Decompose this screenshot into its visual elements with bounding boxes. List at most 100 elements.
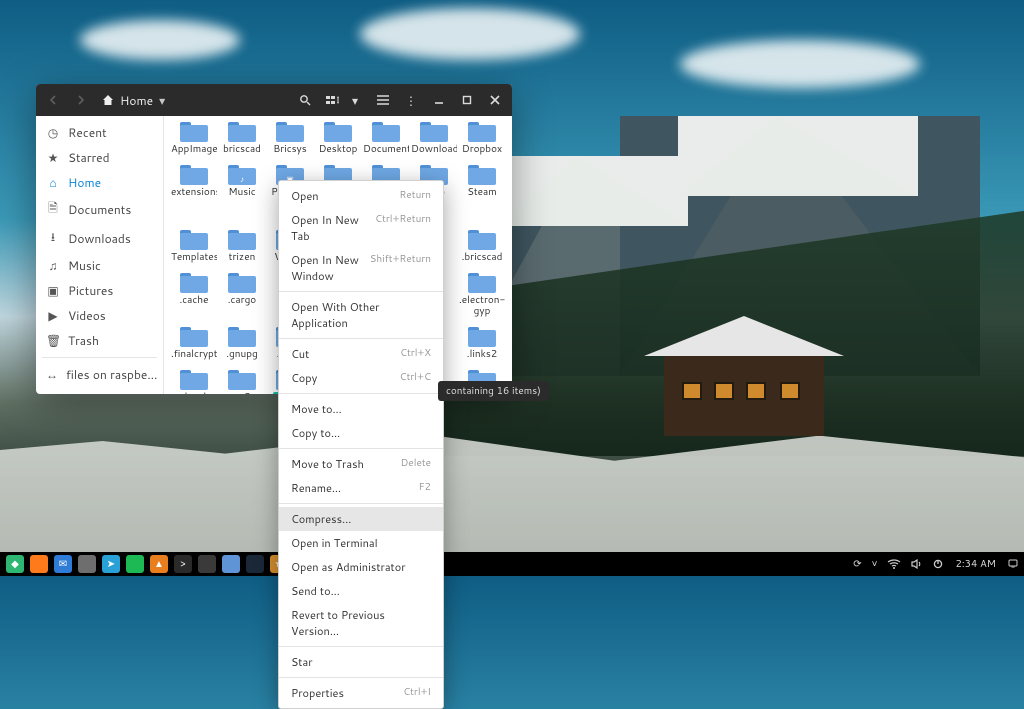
folder-item[interactable]: AppImages [170,120,218,157]
tray-wifi-icon[interactable] [887,559,901,569]
sidebar-item-videos[interactable]: ▶Videos [36,303,163,328]
sidebar-item-label: Home [68,174,101,191]
folder-item[interactable]: Bricsys [266,120,314,157]
taskbar-app-files[interactable] [222,555,240,573]
taskbar-app-extra1[interactable] [78,555,96,573]
folder-item[interactable]: trizen [218,228,266,265]
folder-label: .gnupg [226,349,258,360]
sidebar-item-pictures[interactable]: ▣Pictures [36,278,163,303]
context-menu: OpenReturnOpen In New TabCtrl+ReturnOpen… [278,180,444,709]
maximize-button[interactable] [458,91,476,109]
taskbar-app-menu[interactable]: ◆ [6,555,24,573]
folder-item[interactable]: .links2 [458,325,506,362]
menu-item-shortcut: F2 [419,480,431,496]
sidebar-network-header[interactable]: ↔files on raspbe…⏏ [36,362,163,387]
sidebar-item-recent[interactable]: ◷Recent [36,120,163,145]
menu-item-open-in-new-window[interactable]: Open In New WindowShift+Return [279,248,443,288]
taskbar-app-mail[interactable]: ✉ [54,555,72,573]
folder-item[interactable]: Desktop [314,120,362,157]
folder-emblem-icon: ♪ [240,173,244,185]
menu-item-rename[interactable]: Rename…F2 [279,476,443,500]
folder-item[interactable]: Templates [170,228,218,265]
panel-clock[interactable]: 2:34 AM [955,557,996,571]
sidebar-item-music[interactable]: ♫Music [36,253,163,278]
folder-item[interactable]: Documents [362,120,410,157]
folder-item[interactable]: extensions [170,163,218,222]
sidebar-item-home[interactable]: ⌂Home [36,170,163,195]
menu-item-open[interactable]: OpenReturn [279,184,443,208]
home-icon [102,94,114,106]
chevron-down-icon[interactable]: ▾ [159,92,165,109]
menu-item-label: Open in Terminal [291,535,378,551]
close-button[interactable] [486,91,504,109]
path-location[interactable]: Home [120,92,153,109]
taskbar-app-extra2[interactable] [198,555,216,573]
view-toggle-button[interactable] [324,91,342,109]
folder-item[interactable]: .local [170,368,218,394]
menu-item-shortcut: Ctrl+X [400,346,431,362]
folder-label: Music [228,187,255,198]
menu-item-revert-to-previous-version[interactable]: Revert to Previous Version… [279,603,443,643]
sidebar-item-starred[interactable]: ★Starred [36,145,163,170]
menu-item-copy[interactable]: CopyCtrl+C [279,366,443,390]
taskbar-app-steam[interactable] [246,555,264,573]
folder-item[interactable]: bricscad [218,120,266,157]
titlebar[interactable]: Home ▾ ▾ ⋮ [36,84,512,116]
folder-item[interactable]: .bricscad [458,228,506,265]
sidebar-item-label: Recent [68,124,107,141]
hamburger-menu-button[interactable] [374,91,392,109]
menu-item-copy-to[interactable]: Copy to… [279,421,443,445]
menu-item-open-with-other-application[interactable]: Open With Other Application [279,295,443,335]
folder-label: Downloads [411,144,457,155]
menu-item-open-in-terminal[interactable]: Open in Terminal [279,531,443,555]
menu-item-properties[interactable]: PropertiesCtrl+I [279,681,443,705]
nav-forward-button[interactable] [72,91,90,109]
menu-item-cut[interactable]: CutCtrl+X [279,342,443,366]
folder-item[interactable]: .cache [170,271,218,319]
tray-notification-icon[interactable] [1008,559,1018,569]
folder-label: bricscad [223,144,261,155]
taskbar-app-vlc[interactable]: ▲ [150,555,168,573]
menu-item-shortcut: Return [399,188,431,204]
menu-item-move-to[interactable]: Move to… [279,397,443,421]
folder-item[interactable]: Dropbox [458,120,506,157]
search-button[interactable] [296,91,314,109]
tray-indicator-icon[interactable]: ⟳ [853,557,861,571]
folder-item[interactable]: Steam [458,163,506,222]
drive-icon: ⊟ [46,391,60,394]
menu-item-move-to-trash[interactable]: Move to TrashDelete [279,452,443,476]
folder-item[interactable]: .gnupg [218,325,266,362]
sidebar-item-label: Music [68,257,101,274]
minimize-button[interactable] [430,91,448,109]
menu-item-compress[interactable]: Compress… [279,507,443,531]
folder-item[interactable]: .finalcrypt [170,325,218,362]
taskbar-app-spotify[interactable] [126,555,144,573]
nav-back-button[interactable] [44,91,62,109]
taskbar-app-firefox[interactable] [30,555,48,573]
tray-power-icon[interactable] [933,559,943,569]
menu-item-open-in-new-tab[interactable]: Open In New TabCtrl+Return [279,208,443,248]
folder-item[interactable]: .cargo [218,271,266,319]
tray-caret-icon[interactable]: ˅ [872,557,878,571]
sidebar-item-documents[interactable]: 🗎Documents [36,195,163,224]
folder-icon [420,122,448,142]
sidebar-item-label: Trash [68,332,99,349]
menu-item-shortcut: Delete [400,456,431,472]
folder-item[interactable]: Downloads [410,120,458,157]
menu-item-open-as-administrator[interactable]: Open as Administrator [279,555,443,579]
folder-item[interactable]: .electron-gyp [458,271,506,319]
kebab-menu-button[interactable]: ⋮ [402,91,420,109]
view-options-chevron-icon[interactable]: ▾ [346,91,364,109]
taskbar-app-telegram[interactable]: ➤ [102,555,120,573]
sidebar-item-label: files on raspbe… [66,366,157,383]
folder-item[interactable]: ♪ Music [218,163,266,222]
sidebar-item-downloads[interactable]: ⭳Downloads [36,224,163,253]
menu-item-send-to[interactable]: Send to… [279,579,443,603]
menu-item-star[interactable]: Star [279,650,443,674]
tray-volume-icon[interactable] [911,559,923,569]
folder-label: .m2 [233,392,251,394]
taskbar-app-terminal[interactable]: > [174,555,192,573]
sidebar-item-trash[interactable]: 🗑Trash [36,328,163,353]
sidebar-item-rpi3-nas[interactable]: ⊟RPi3 Nas [36,387,163,394]
folder-item[interactable]: .m2 [218,368,266,394]
